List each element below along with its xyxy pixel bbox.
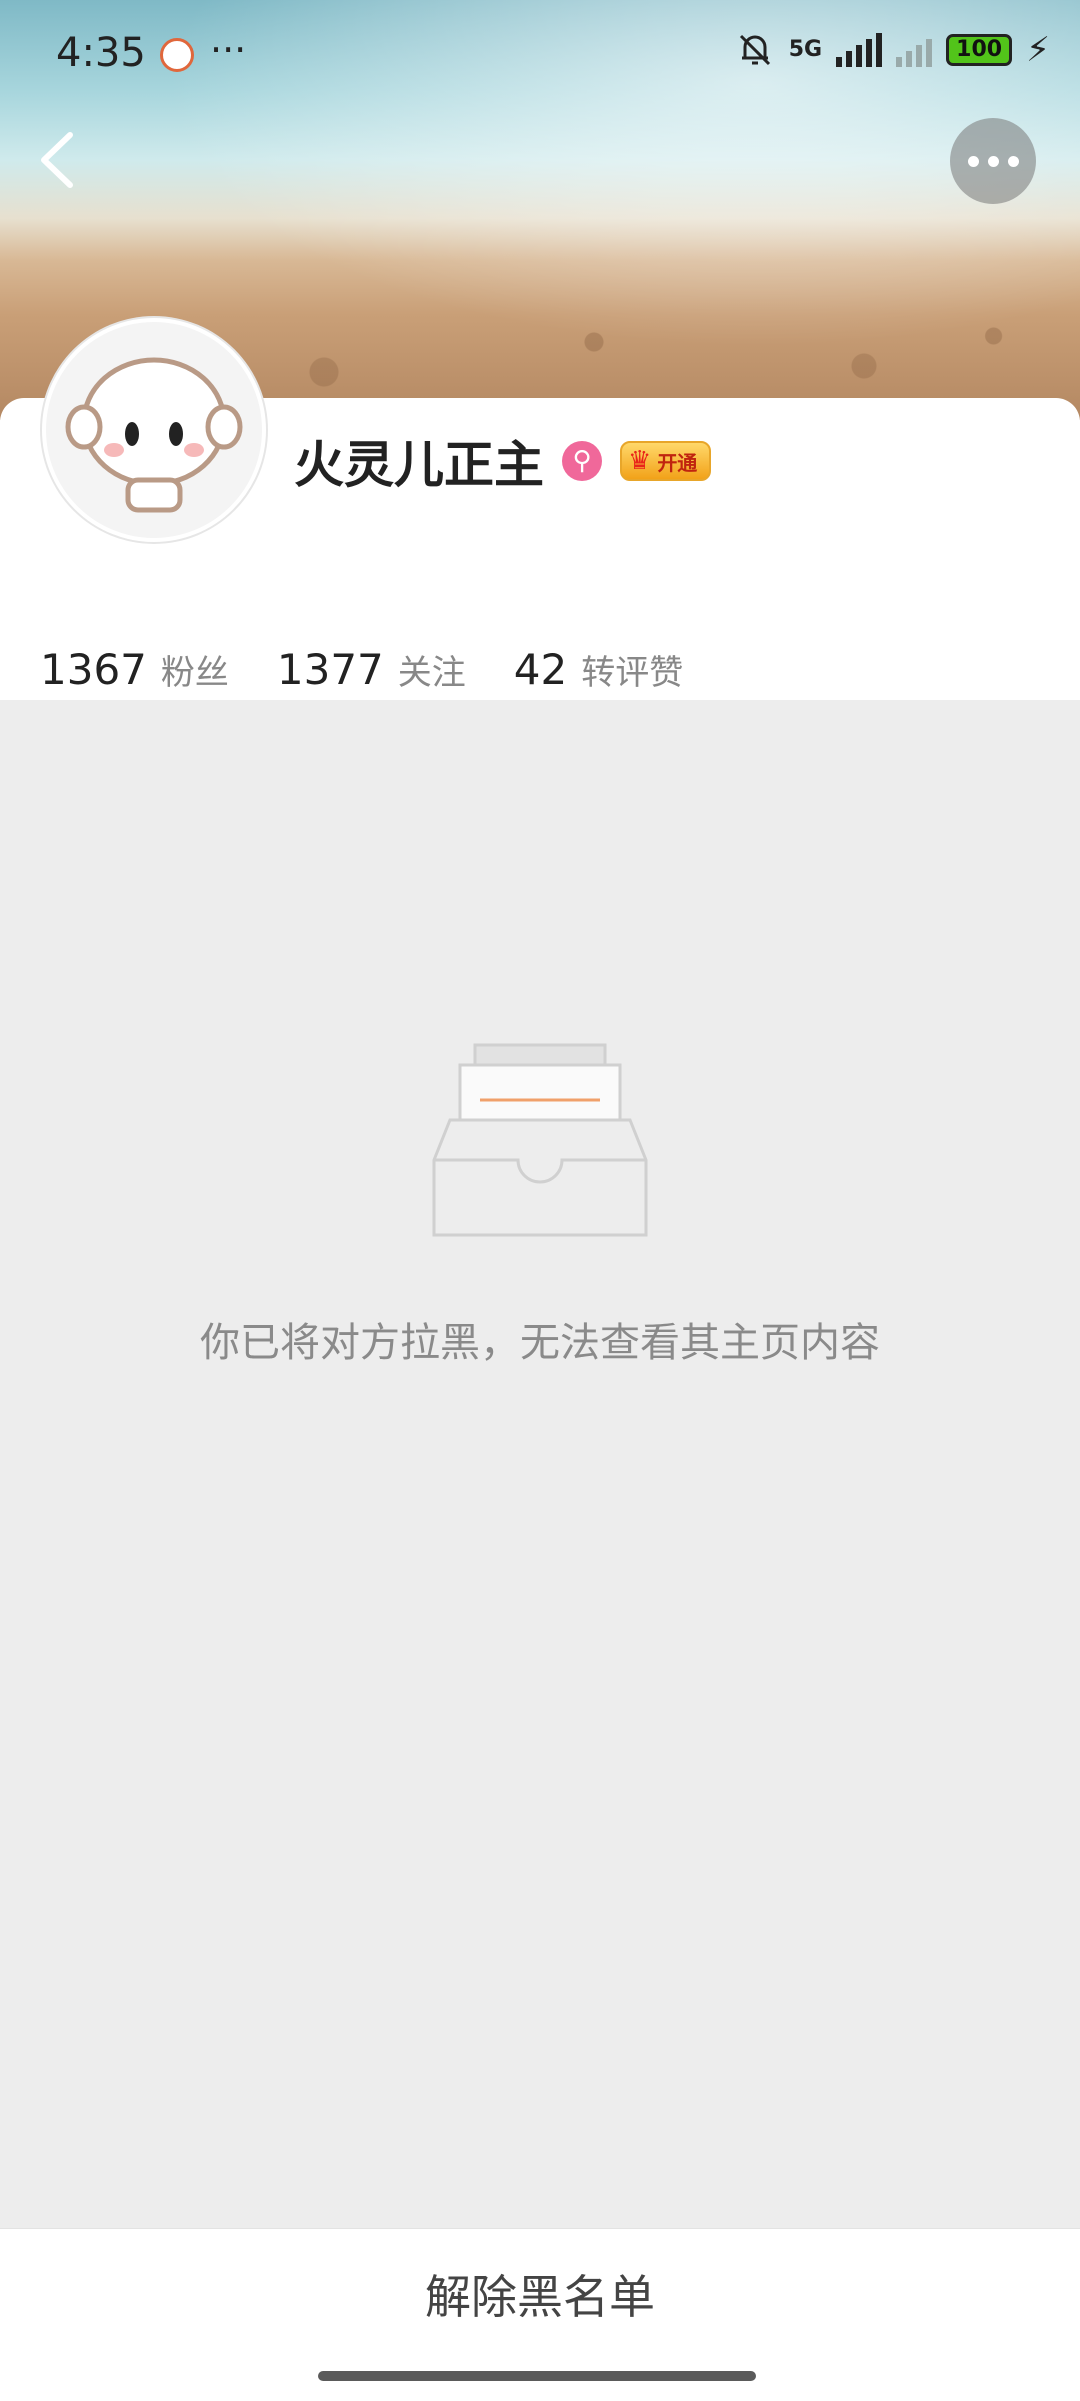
unblock-button[interactable]: 解除黑名单 xyxy=(0,2229,1080,2359)
profile-name: 火灵儿正主 xyxy=(294,436,544,494)
more-dot-icon xyxy=(1007,155,1019,167)
signal-2-icon xyxy=(896,33,933,67)
status-time: 4:35 xyxy=(56,30,146,76)
vip-open-badge[interactable]: ♛ 开通 xyxy=(620,441,712,481)
more-dot-icon xyxy=(987,155,999,167)
female-search-icon: ⚲ xyxy=(562,441,602,481)
stat-following[interactable]: 1377 关注 xyxy=(277,645,466,694)
stat-value: 1377 xyxy=(276,645,384,694)
profile-stats: 1367 粉丝 1377 关注 42 转评赞 xyxy=(40,645,731,694)
back-button[interactable] xyxy=(30,120,90,200)
blocked-message: 你已将对方拉黑，无法查看其主页内容 xyxy=(200,1320,880,1366)
vip-label: 开通 xyxy=(657,450,698,475)
stat-label: 关注 xyxy=(397,653,466,693)
more-options-button[interactable] xyxy=(950,118,1036,204)
crown-icon: ♛ xyxy=(628,446,652,476)
stat-value: 42 xyxy=(513,645,568,694)
charging-icon: ⚡ xyxy=(1026,30,1050,70)
stat-value: 1367 xyxy=(40,645,147,694)
stat-followers[interactable]: 1367 粉丝 xyxy=(40,645,229,694)
signal-icon xyxy=(836,33,883,67)
status-more-icon: ··· xyxy=(210,28,247,72)
empty-inbox-icon xyxy=(432,1043,648,1237)
profile-name-row: 火灵儿正主 ⚲ ♛ 开通 xyxy=(294,425,712,497)
stat-interactions[interactable]: 42 转评赞 xyxy=(514,645,683,694)
bottom-bar: 解除黑名单 xyxy=(0,2228,1080,2401)
stat-label: 转评赞 xyxy=(581,653,684,693)
bell-muted-icon xyxy=(739,34,770,66)
battery-icon: 100 xyxy=(946,34,1013,66)
status-bar: 4:35 ··· 5G 100 ⚡ xyxy=(0,0,1080,110)
weibo-app-icon xyxy=(160,38,194,72)
avatar[interactable] xyxy=(42,318,266,542)
chevron-left-icon xyxy=(41,132,73,188)
network-type: 5G xyxy=(788,37,823,62)
avatar-cartoon-icon xyxy=(65,357,243,513)
home-indicator[interactable] xyxy=(318,2371,756,2381)
stat-label: 粉丝 xyxy=(160,653,229,693)
more-dot-icon xyxy=(967,155,979,167)
